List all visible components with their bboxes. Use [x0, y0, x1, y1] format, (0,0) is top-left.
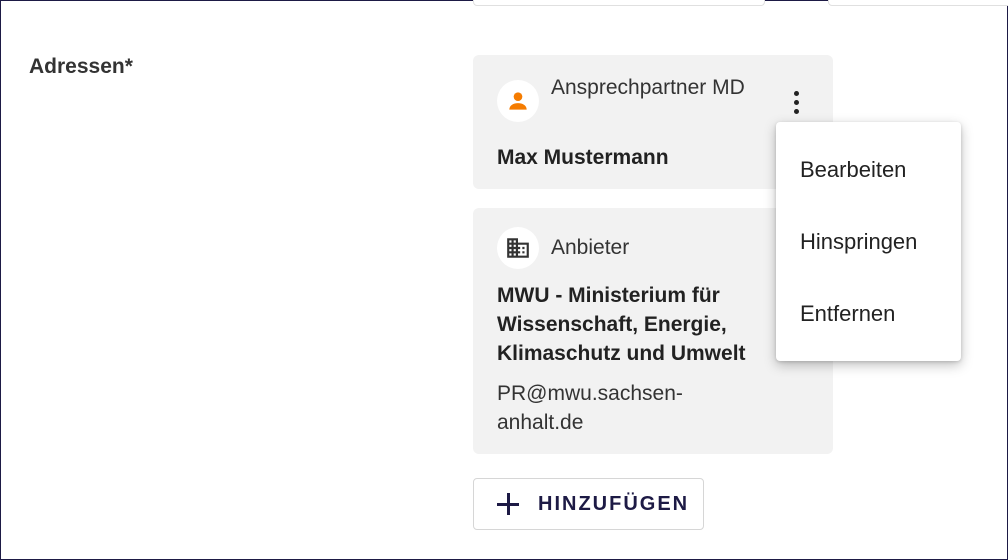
card-name: MWU - Ministerium für Wissenschaft, Ener… [497, 284, 746, 365]
add-button-label: HINZUFÜGEN [538, 492, 690, 515]
card-type-label: Anbieter [551, 236, 630, 259]
menu-item-remove[interactable]: Entfernen [776, 278, 961, 350]
person-icon [497, 80, 539, 122]
section-label: Adressen* [29, 55, 133, 78]
more-options-button[interactable] [781, 85, 811, 119]
add-address-button[interactable]: HINZUFÜGEN [473, 478, 704, 530]
card-name: Max Mustermann [497, 146, 669, 169]
context-menu: Bearbeiten Hinspringen Entfernen [776, 122, 961, 361]
menu-item-edit[interactable]: Bearbeiten [776, 134, 961, 206]
plus-icon [494, 490, 522, 518]
previous-field-bottom [473, 0, 765, 6]
building-icon [497, 227, 539, 269]
more-vert-icon [793, 90, 799, 96]
menu-item-jump[interactable]: Hinspringen [776, 206, 961, 278]
card-type-label: Ansprechpartner MD [551, 76, 745, 99]
card-email: PR@mwu.sachsen-anhalt.de [497, 382, 683, 434]
previous-field-bottom-right [828, 0, 1008, 6]
